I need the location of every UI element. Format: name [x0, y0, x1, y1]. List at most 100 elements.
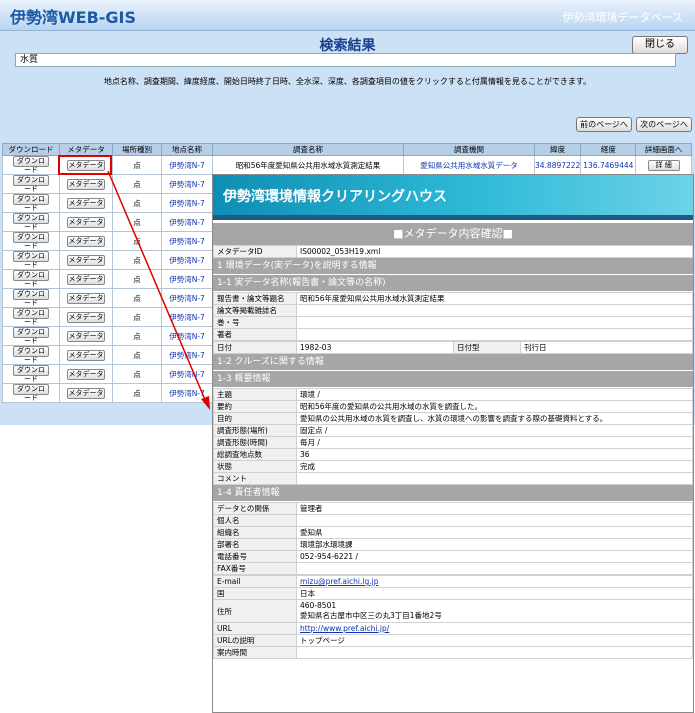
metadata-date-table: 日付 1982-03 日付型 刊行日 [213, 341, 693, 354]
email-link[interactable]: mizu@pref.aichi.lg.jp [300, 577, 378, 586]
metadata-value: 日本 [296, 587, 693, 600]
metadata-value: 昭和56年度愛知県公共用水域水質測定結果 [296, 292, 693, 305]
metadata-key: 案内時間 [213, 646, 297, 659]
metadata-value: 環境 / [296, 388, 693, 401]
metadata-value: 460-8501 愛知県名古屋市中区三の丸3丁目1番地2号 [296, 599, 693, 623]
section-heading: 1-4 責任者情報 [213, 485, 693, 502]
metadata-key: 電話番号 [213, 550, 297, 563]
metadata-key: 住所 [213, 599, 297, 623]
metadata-row: URL http://www.pref.aichi.jp/ [213, 622, 693, 635]
metadata-value [296, 562, 693, 575]
metadata-value: 1982-03 [296, 341, 454, 354]
metadata-key: 主題 [213, 388, 297, 401]
address-line: 愛知県名古屋市中区三の丸3丁目1番地2号 [300, 611, 442, 620]
metadata-key: 巻・号 [213, 316, 297, 329]
metadata-key: 部署名 [213, 538, 297, 551]
metadata-value: 環境部水環境課 [296, 538, 693, 551]
metadata-key: E-mail [213, 575, 297, 588]
section-heading: 1-3 概要情報 [213, 371, 693, 388]
metadata-row: 国 日本 [213, 587, 693, 600]
metadata-row: 巻・号 [213, 316, 693, 329]
metadata-value [296, 316, 693, 329]
metadata-row: メタデータID IS00002_053H19.xml [213, 245, 693, 258]
metadata-value [296, 328, 693, 341]
metadata-value [296, 514, 693, 527]
metadata-key: URL [213, 622, 297, 635]
header-band [213, 215, 693, 220]
metadata-key: URLの説明 [213, 634, 297, 647]
metadata-key: 調査形態(場所) [213, 424, 297, 437]
metadata-row: 状態 完成 [213, 460, 693, 473]
metadata-value: 052-954-6221 / [296, 550, 693, 563]
metadata-popup: 伊勢湾環境情報クリアリングハウス ■メタデータ内容確認■ メタデータID IS0… [212, 174, 694, 713]
metadata-key: データとの関係 [213, 502, 297, 515]
metadata-key: 国 [213, 587, 297, 600]
metadata-contact-table: E-mail mizu@pref.aichi.lg.jp 国 日本 住所 460… [213, 575, 693, 659]
metadata-row: URLの説明 トップページ [213, 634, 693, 647]
metadata-value: トップページ [296, 634, 693, 647]
metadata-value: 固定点 / [296, 424, 693, 437]
metadata-row: 調査形態(場所) 固定点 / [213, 424, 693, 437]
metadata-key: 論文等掲載雑誌名 [213, 304, 297, 317]
metadata-value: 愛知県 [296, 526, 693, 539]
metadata-row: 案内時間 [213, 646, 693, 659]
metadata-row: 電話番号 052-954-6221 / [213, 550, 693, 563]
metadata-table: 報告書・論文等題名 昭和56年度愛知県公共用水域水質測定結果 論文等掲載雑誌名 巻・号… [213, 292, 693, 341]
metadata-row: 論文等掲載雑誌名 [213, 304, 693, 317]
metadata-key: 組織名 [213, 526, 297, 539]
metadata-key: 日付 [213, 341, 297, 354]
metadata-value: mizu@pref.aichi.lg.jp [296, 575, 693, 588]
section-heading: 1-1 実データ名称(報告書・論文等の名称) [213, 275, 693, 292]
metadata-row: 著者 [213, 328, 693, 341]
metadata-key: コメント [213, 472, 297, 485]
metadata-value: 管理者 [296, 502, 693, 515]
metadata-value: 完成 [296, 460, 693, 473]
metadata-row: 調査形態(時間) 毎月 / [213, 436, 693, 449]
metadata-row: コメント [213, 472, 693, 485]
metadata-row: 個人名 [213, 514, 693, 527]
metadata-value: 愛知県の公共用水域の水質を調査し、水質の環境への影響を調査する際の基礎資料とする… [296, 412, 693, 425]
metadata-row: 住所 460-8501 愛知県名古屋市中区三の丸3丁目1番地2号 [213, 599, 693, 623]
metadata-id-table: メタデータID IS00002_053H19.xml [213, 245, 693, 258]
metadata-key: 著者 [213, 328, 297, 341]
metadata-row: データとの関係 管理者 [213, 502, 693, 515]
metadata-value [296, 304, 693, 317]
metadata-row: 組織名 愛知県 [213, 526, 693, 539]
metadata-key: FAX番号 [213, 562, 297, 575]
metadata-confirm-heading: ■メタデータ内容確認■ [213, 223, 693, 245]
metadata-table: データとの関係 管理者 個人名 組織名 愛知県 部署名 環境部水環境課 電話番号 052-954… [213, 502, 693, 575]
metadata-key: 調査形態(時間) [213, 436, 297, 449]
metadata-value: 36 [296, 448, 693, 461]
metadata-key: メタデータID [213, 245, 297, 258]
metadata-row: 日付 1982-03 日付型 刊行日 [213, 341, 693, 354]
metadata-value: http://www.pref.aichi.jp/ [296, 622, 693, 635]
metadata-row: 目的 愛知県の公共用水域の水質を調査し、水質の環境への影響を調査する際の基礎資料と… [213, 412, 693, 425]
popup-header: 伊勢湾環境情報クリアリングハウス [213, 175, 693, 215]
metadata-value: 毎月 / [296, 436, 693, 449]
section-heading: 1-2 クルーズに関する情報 [213, 354, 693, 371]
metadata-row: 総調査地点数 36 [213, 448, 693, 461]
metadata-key: 総調査地点数 [213, 448, 297, 461]
metadata-table: 主題 環境 / 要約 昭和56年度の愛知県の公共用水域の水質を調査した。 目的 愛知県の公… [213, 388, 693, 485]
metadata-key: 個人名 [213, 514, 297, 527]
metadata-key: 日付型 [453, 341, 521, 354]
section-heading: 1 環境データ(実データ)を説明する情報 [213, 258, 693, 275]
metadata-row: 主題 環境 / [213, 388, 693, 401]
metadata-row: 要約 昭和56年度の愛知県の公共用水域の水質を調査した。 [213, 400, 693, 413]
metadata-value: 昭和56年度の愛知県の公共用水域の水質を調査した。 [296, 400, 693, 413]
metadata-row: FAX番号 [213, 562, 693, 575]
metadata-row: 報告書・論文等題名 昭和56年度愛知県公共用水域水質測定結果 [213, 292, 693, 305]
metadata-value [296, 472, 693, 485]
metadata-value [296, 646, 693, 659]
popup-title: 伊勢湾環境情報クリアリングハウス [223, 189, 447, 205]
metadata-key: 状態 [213, 460, 297, 473]
metadata-key: 要約 [213, 400, 297, 413]
metadata-value: 刊行日 [520, 341, 693, 354]
metadata-key: 目的 [213, 412, 297, 425]
metadata-row: E-mail mizu@pref.aichi.lg.jp [213, 575, 693, 588]
metadata-row: 部署名 環境部水環境課 [213, 538, 693, 551]
address-zip: 460-8501 [300, 601, 337, 610]
metadata-value: IS00002_053H19.xml [296, 245, 693, 258]
metadata-key: 報告書・論文等題名 [213, 292, 297, 305]
url-link[interactable]: http://www.pref.aichi.jp/ [300, 624, 389, 633]
